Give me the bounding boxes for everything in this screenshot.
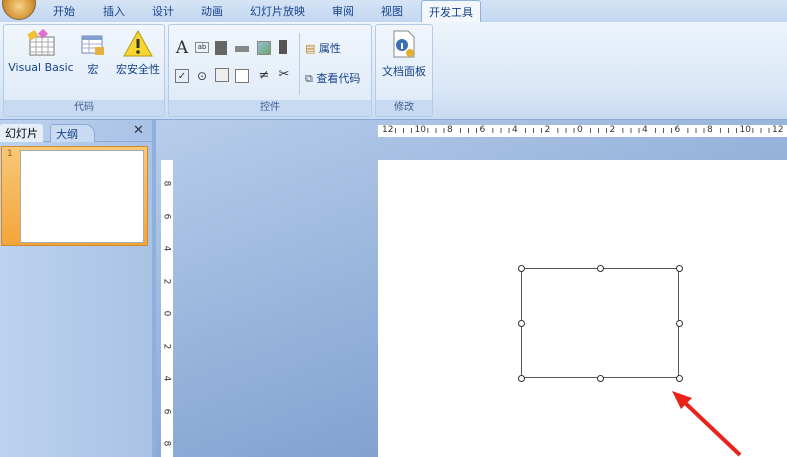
resize-handle[interactable] xyxy=(517,319,525,327)
resize-handle[interactable] xyxy=(675,374,683,382)
annotation-layer xyxy=(672,391,742,457)
resize-handle[interactable] xyxy=(596,264,604,272)
red-arrow-icon xyxy=(672,391,742,457)
resize-handle[interactable] xyxy=(517,264,525,272)
resize-handle[interactable] xyxy=(596,374,604,382)
resize-handle[interactable] xyxy=(517,374,525,382)
resize-handle[interactable] xyxy=(675,264,683,272)
resize-handle[interactable] xyxy=(675,319,683,327)
